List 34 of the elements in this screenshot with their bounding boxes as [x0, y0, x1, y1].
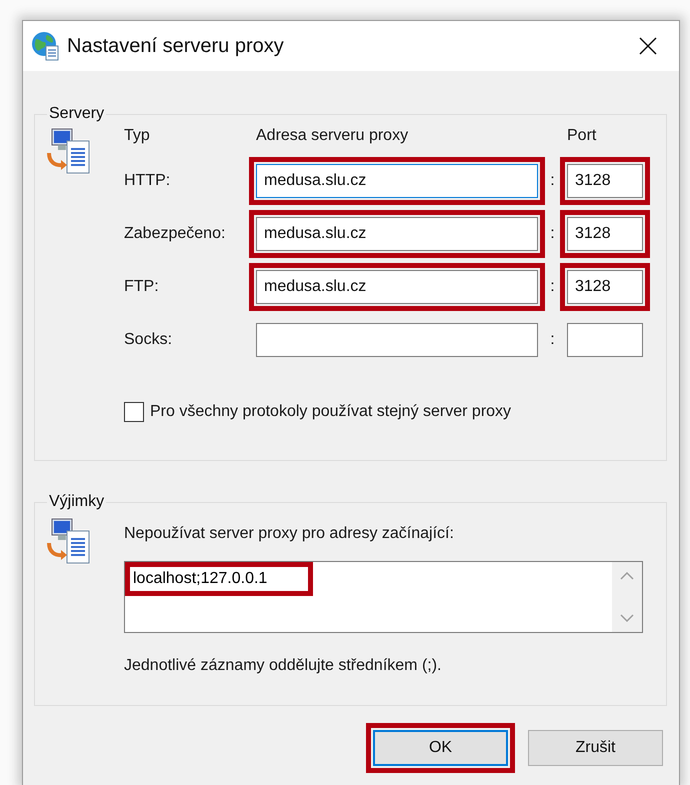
scroll-down-icon[interactable] — [620, 614, 634, 622]
address-field[interactable]: medusa.slu.cz — [256, 164, 538, 198]
address-field[interactable]: medusa.slu.cz — [256, 217, 538, 251]
protocol-label: Zabezpečeno: — [124, 225, 226, 243]
protocol-label: HTTP: — [124, 172, 172, 190]
protocol-label: FTP: — [124, 278, 160, 296]
address-field[interactable]: medusa.slu.cz — [256, 270, 538, 304]
port-field[interactable]: 3128 — [567, 270, 643, 304]
exceptions-field[interactable]: localhost;127.0.0.1 — [124, 561, 643, 633]
globe-icon — [31, 31, 61, 61]
checkbox-label[interactable]: Pro všechny protokoly používat stejný server proxy — [150, 403, 512, 421]
dialog-button[interactable]: OK — [373, 730, 508, 766]
hint-text: Jednotlivé záznamy oddělujte středníkem (;). — [124, 657, 442, 675]
separator-colon: : — [549, 278, 556, 296]
protocol-label: Socks: — [124, 331, 174, 349]
separator-colon: : — [549, 172, 556, 190]
group-title: Servery — [48, 105, 106, 123]
column-header: Port — [567, 127, 598, 145]
separator-colon: : — [549, 225, 556, 243]
scrollbar[interactable] — [612, 562, 642, 632]
scroll-up-icon[interactable] — [620, 572, 634, 580]
address-field[interactable] — [256, 323, 538, 357]
port-field[interactable]: 3128 — [567, 217, 643, 251]
group-title: Výjimky — [48, 493, 106, 511]
port-field[interactable] — [567, 323, 643, 357]
dialog-button[interactable]: Zrušit — [528, 730, 663, 766]
close-icon — [639, 37, 657, 55]
column-header: Adresa serveru proxy — [256, 127, 410, 145]
checkbox[interactable] — [124, 402, 144, 422]
exceptions-label: Nepoužívat server proxy pro adresy začínající: — [124, 524, 455, 543]
separator-colon: : — [549, 331, 556, 349]
column-header: Typ — [124, 127, 151, 145]
window-title: Nastavení serveru proxy — [67, 34, 285, 58]
port-field[interactable]: 3128 — [567, 164, 643, 198]
